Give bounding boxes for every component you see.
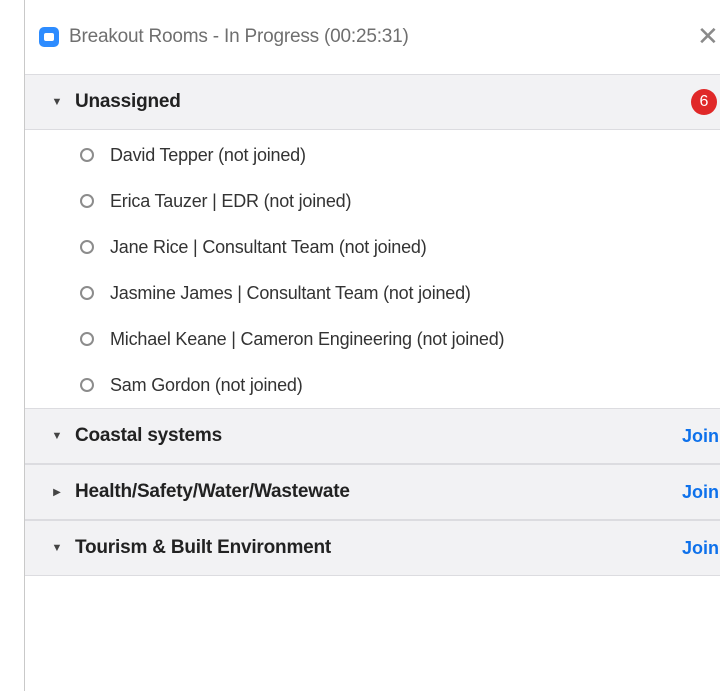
join-button[interactable]: Join	[682, 482, 719, 503]
join-button[interactable]: Join	[682, 426, 719, 447]
participant-item[interactable]: Jasmine James | Consultant Team (not joi…	[25, 270, 720, 316]
room-coastal-systems[interactable]: ▼ Coastal systems Join	[25, 408, 720, 464]
status-circle-icon	[80, 332, 94, 346]
participant-item[interactable]: Erica Tauzer | EDR (not joined)	[25, 178, 720, 224]
participant-name: David Tepper (not joined)	[110, 144, 306, 165]
participant-item[interactable]: David Tepper (not joined)	[25, 132, 720, 178]
close-icon[interactable]: ✕	[697, 23, 720, 49]
participant-item[interactable]: Sam Gordon (not joined)	[25, 362, 720, 408]
participant-name: Erica Tauzer | EDR (not joined)	[110, 190, 352, 211]
participant-name: Sam Gordon (not joined)	[110, 374, 303, 395]
status-circle-icon	[80, 240, 94, 254]
room-tourism[interactable]: ▼ Tourism & Built Environment Join	[25, 520, 720, 576]
status-circle-icon	[80, 194, 94, 208]
caret-down-icon[interactable]: ▼	[39, 542, 75, 554]
status-circle-icon	[80, 286, 94, 300]
participant-name: Jasmine James | Consultant Team (not joi…	[110, 282, 471, 303]
participant-item[interactable]: Michael Keane | Cameron Engineering (not…	[25, 316, 720, 362]
participant-item[interactable]: Jane Rice | Consultant Team (not joined)	[25, 224, 720, 270]
status-circle-icon	[80, 378, 94, 392]
status-circle-icon	[80, 148, 94, 162]
room-name: Unassigned	[75, 91, 181, 112]
join-button[interactable]: Join	[682, 538, 719, 559]
window-title: Breakout Rooms - In Progress (00:25:31)	[69, 26, 409, 47]
caret-right-icon[interactable]: ▶	[39, 487, 75, 498]
room-unassigned[interactable]: ▼ Unassigned 6	[25, 74, 720, 130]
unassigned-count-badge: 6	[691, 89, 717, 115]
room-name: Tourism & Built Environment	[75, 537, 332, 558]
breakout-rooms-window: Breakout Rooms - In Progress (00:25:31) …	[24, 0, 720, 691]
participant-name: Michael Keane | Cameron Engineering (not…	[110, 328, 505, 349]
title-bar: Breakout Rooms - In Progress (00:25:31) …	[25, 0, 720, 74]
room-name: Health/Safety/Water/Wastewate	[75, 481, 350, 502]
zoom-camera-icon	[39, 27, 59, 47]
caret-down-icon[interactable]: ▼	[39, 430, 75, 442]
caret-down-icon[interactable]: ▼	[39, 96, 75, 108]
room-health-safety[interactable]: ▶ Health/Safety/Water/Wastewate Join	[25, 464, 720, 520]
room-name: Coastal systems	[75, 425, 222, 446]
participant-name: Jane Rice | Consultant Team (not joined)	[110, 236, 427, 257]
